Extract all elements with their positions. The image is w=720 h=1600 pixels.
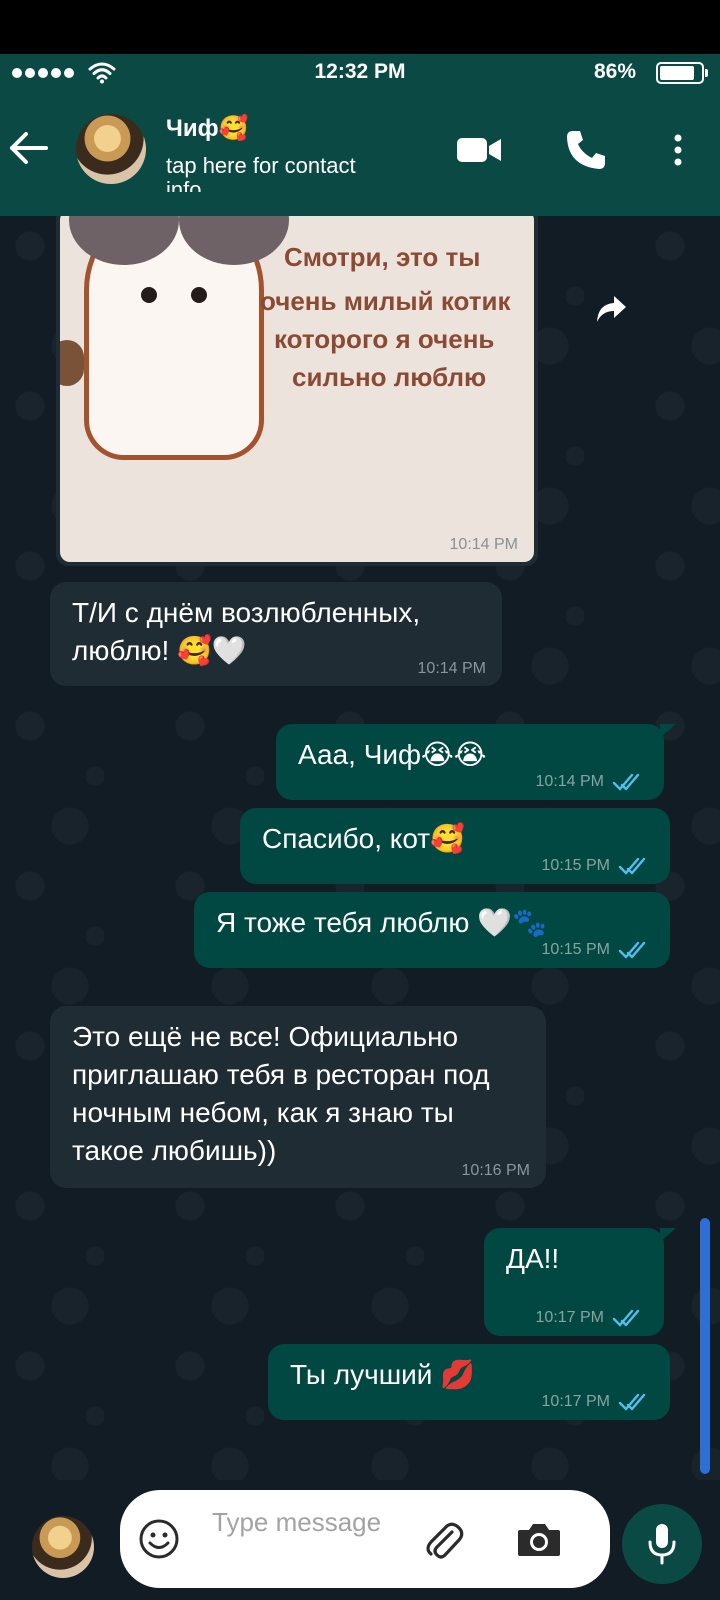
read-ticks-icon	[618, 1393, 646, 1411]
emoji-icon[interactable]	[138, 1518, 180, 1560]
sticker-message[interactable]: Смотри, это ты очень милый котик которог…	[56, 216, 538, 566]
message-time: 10:14 PM	[417, 660, 486, 677]
phone-icon[interactable]	[564, 128, 608, 172]
sticker-text-line: которого я очень	[274, 324, 495, 354]
read-ticks-icon	[612, 1309, 640, 1327]
message-text: Это ещё не все! Официально приглашаю теб…	[72, 1021, 490, 1166]
message-text: Спасибо, кот🥰	[262, 823, 465, 854]
avatar[interactable]	[32, 1516, 94, 1578]
message-time: 10:17 PM	[541, 1393, 610, 1410]
message-text: Ты лучший 💋	[290, 1359, 476, 1390]
message-time: 10:15 PM	[541, 941, 610, 958]
read-ticks-icon	[618, 941, 646, 959]
paperclip-icon[interactable]	[422, 1518, 464, 1560]
message-time: 10:16 PM	[461, 1162, 530, 1179]
contact-avatar[interactable]	[76, 114, 146, 184]
outgoing-message[interactable]: Ааа, Чиф😭😭 10:14 PM	[276, 724, 676, 800]
message-text: ДА!!	[506, 1243, 560, 1274]
video-call-icon[interactable]	[455, 134, 503, 166]
scrollbar[interactable]	[700, 1218, 710, 1474]
outgoing-message[interactable]: Спасибо, кот🥰 10:15 PM	[240, 808, 670, 884]
more-vert-icon[interactable]	[660, 132, 696, 168]
contact-info-hint[interactable]: tap here for contact info	[166, 154, 396, 192]
camera-icon[interactable]	[516, 1520, 562, 1558]
outgoing-message[interactable]: Ты лучший 💋 10:17 PM	[268, 1344, 670, 1420]
mic-button[interactable]	[622, 1504, 702, 1584]
input-bar: Type message	[0, 1480, 720, 1600]
status-bar: 12:32 PM 86%	[0, 0, 720, 88]
battery-icon	[656, 62, 708, 84]
outgoing-message[interactable]: Я тоже тебя люблю 🤍🐾 10:15 PM	[194, 892, 670, 968]
message-text: Т/И с днём возлюбленных, люблю! 🥰🤍	[72, 597, 421, 666]
back-arrow-icon[interactable]	[6, 126, 50, 170]
message-input[interactable]: Type message	[120, 1490, 610, 1588]
message-time: 10:17 PM	[535, 1309, 604, 1326]
forward-icon[interactable]	[594, 294, 628, 324]
chat-header: Чиф🥰 tap here for contact info	[0, 88, 720, 216]
contact-name[interactable]: Чиф🥰	[166, 114, 249, 143]
read-ticks-icon	[612, 773, 640, 791]
message-time: 10:14 PM	[535, 773, 604, 790]
mic-icon	[648, 1524, 676, 1565]
message-time: 10:14 PM	[449, 536, 518, 553]
message-text: Я тоже тебя люблю 🤍🐾	[216, 907, 547, 938]
sticker-text-line: Смотри, это ты	[284, 242, 481, 272]
cat-sticker-image: Смотри, это ты очень милый котик которог…	[60, 216, 534, 562]
message-placeholder: Type message	[212, 1507, 382, 1537]
message-text: Ааа, Чиф😭😭	[298, 739, 487, 770]
outgoing-message[interactable]: ДА!! 10:17 PM	[484, 1228, 676, 1336]
incoming-message[interactable]: Это ещё не все! Официально приглашаю теб…	[50, 1006, 546, 1188]
read-ticks-icon	[618, 857, 646, 875]
message-time: 10:15 PM	[541, 857, 610, 874]
incoming-message[interactable]: Т/И с днём возлюбленных, люблю! 🥰🤍 10:14…	[50, 582, 502, 686]
sticker-text-line: очень милый котик	[260, 286, 511, 316]
battery-percent: 86%	[593, 60, 636, 83]
sticker-text-line: сильно люблю	[292, 362, 487, 392]
chat-area[interactable]: Смотри, это ты очень милый котик которог…	[0, 216, 720, 1600]
